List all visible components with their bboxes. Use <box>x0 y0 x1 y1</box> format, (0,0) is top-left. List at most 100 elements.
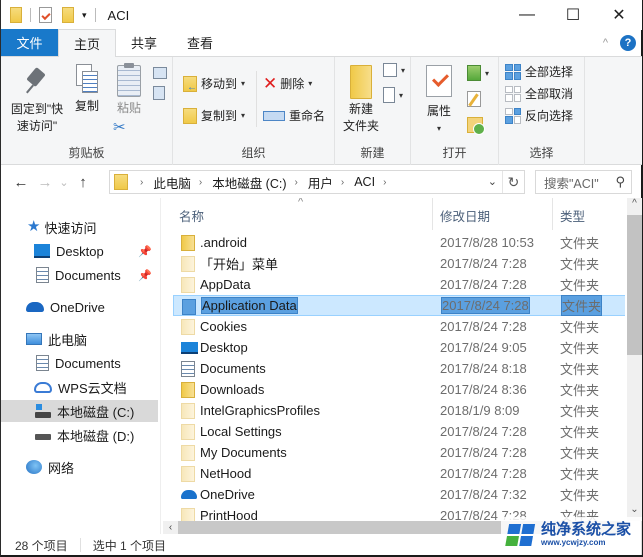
breadcrumb-aci[interactable]: ACI <box>354 175 375 189</box>
navigation-pane: ★ 快速访问 Desktop 📌 Documents 📌 OneDrive 此电… <box>1 198 161 534</box>
sidebar-item-pc-documents[interactable]: Documents <box>1 352 158 374</box>
paste-shortcut-icon[interactable] <box>153 86 165 100</box>
customize-toolbar-dropdown[interactable]: ▾ <box>82 10 87 21</box>
file-date: 2017/8/24 7:32 <box>440 487 527 502</box>
folder-icon <box>181 382 195 398</box>
open-button[interactable]: ▾ <box>467 65 489 81</box>
title-bar: ▾ ACI — ☐ ✕ <box>1 0 642 30</box>
pin-icon[interactable]: 📌 <box>138 269 152 282</box>
invert-selection-button[interactable]: 反向选择 <box>505 107 573 124</box>
sidebar-item-desktop[interactable]: Desktop 📌 <box>1 240 158 262</box>
file-row[interactable]: OneDrive 2017/8/24 7:32 文件夹 <box>173 484 625 505</box>
copy-button[interactable]: 复制 <box>71 63 103 115</box>
window-title: ACI <box>107 7 130 23</box>
refresh-button[interactable]: ↻ <box>502 171 524 193</box>
select-all-button[interactable]: 全部选择 <box>505 63 573 80</box>
breadcrumb-users[interactable]: 用户 <box>308 173 333 192</box>
sidebar-item-drive-d[interactable]: 本地磁盘 (D:) <box>1 424 158 446</box>
column-header-type[interactable]: 类型 <box>560 206 585 225</box>
sidebar-item-drive-c[interactable]: 本地磁盘 (C:) <box>1 400 158 422</box>
forward-button[interactable]: → <box>33 174 57 191</box>
chevron-right-icon[interactable]: › <box>341 177 344 188</box>
tab-share[interactable]: 共享 <box>116 29 172 56</box>
address-history-dropdown[interactable]: ⌄ <box>488 175 497 188</box>
sidebar-item-documents[interactable]: Documents 📌 <box>1 264 158 286</box>
column-header-name[interactable]: 名称 <box>179 206 204 225</box>
maximize-button[interactable]: ☐ <box>550 0 596 30</box>
file-row[interactable]: .android 2017/8/28 10:53 文件夹 <box>173 232 625 253</box>
move-to-button[interactable]: ← 移动到 ▾ <box>183 75 246 93</box>
properties-quick-button[interactable] <box>39 7 52 23</box>
tab-home[interactable]: 主页 <box>58 29 117 57</box>
new-group-label: 新建 <box>360 146 385 160</box>
chevron-down-icon: ▾ <box>241 79 246 88</box>
scroll-up-button[interactable]: ^ <box>627 198 642 215</box>
tab-file[interactable]: 文件 <box>1 29 58 56</box>
file-row[interactable]: 「开始」菜单 2017/8/24 7:28 文件夹 <box>173 253 625 274</box>
sidebar-item-onedrive[interactable]: OneDrive <box>1 296 158 318</box>
scroll-left-button[interactable]: ‹ <box>163 521 178 534</box>
folder-shortcut-icon <box>181 277 195 293</box>
breadcrumb-drive-c[interactable]: 本地磁盘 (C:) <box>212 173 286 192</box>
address-bar[interactable]: › 此电脑 › 本地磁盘 (C:) › 用户 › ACI › ⌄ ↻ <box>109 170 525 194</box>
back-button[interactable]: ← <box>9 174 33 191</box>
search-icon: ⚲ <box>615 174 625 189</box>
delete-button[interactable]: ✕ 删除 ▾ <box>263 75 312 92</box>
tab-view[interactable]: 查看 <box>172 29 228 56</box>
chevron-right-icon[interactable]: › <box>383 177 386 188</box>
file-date: 2017/8/24 8:18 <box>440 361 527 376</box>
chevron-down-icon: ▾ <box>241 111 246 120</box>
close-button[interactable]: ✕ <box>596 0 642 30</box>
chevron-right-icon[interactable]: › <box>295 177 298 188</box>
sidebar-item-this-pc[interactable]: 此电脑 <box>1 328 158 350</box>
file-row[interactable]: IntelGraphicsProfiles 2018/1/9 8:09 文件夹 <box>173 400 625 421</box>
search-input[interactable]: 搜索"ACI" ⚲ <box>535 170 632 194</box>
folder-icon <box>10 7 22 23</box>
file-row[interactable]: NetHood 2017/8/24 7:28 文件夹 <box>173 463 625 484</box>
file-row[interactable]: Local Settings 2017/8/24 7:28 文件夹 <box>173 421 625 442</box>
breadcrumb-this-pc[interactable]: 此电脑 <box>153 173 191 192</box>
sidebar-item-network[interactable]: 网络 <box>1 456 158 478</box>
file-row[interactable]: Documents 2017/8/24 8:18 文件夹 <box>173 358 625 379</box>
collapse-ribbon-icon[interactable]: ^ <box>603 37 608 49</box>
sidebar-item-quick-access[interactable]: ★ 快速访问 <box>1 216 158 238</box>
copy-to-button[interactable]: 复制到 ▾ <box>183 107 245 124</box>
edit-icon <box>467 91 481 107</box>
column-header-date[interactable]: 修改日期 <box>440 206 490 225</box>
help-icon[interactable]: ? <box>620 34 636 51</box>
cut-icon[interactable]: ✂ <box>113 118 126 136</box>
chevron-right-icon[interactable]: › <box>199 177 202 188</box>
recent-locations-button[interactable]: ⌄ <box>57 176 71 189</box>
pin-icon[interactable]: 📌 <box>138 245 152 258</box>
rename-button[interactable]: 重命名 <box>263 107 325 124</box>
file-type: 文件夹 <box>560 341 600 356</box>
file-row[interactable]: Application Data 2017/8/24 7:28 文件夹 <box>173 295 625 316</box>
edit-button[interactable] <box>467 91 481 107</box>
file-row[interactable]: My Documents 2017/8/24 7:28 文件夹 <box>173 442 625 463</box>
new-folder-button[interactable]: 新建 文件夹 <box>341 65 381 135</box>
properties-button[interactable]: 属性 ▾ <box>421 65 457 137</box>
minimize-button[interactable]: — <box>504 0 550 30</box>
desktop-icon <box>34 244 50 258</box>
file-row[interactable]: Cookies 2017/8/24 7:28 文件夹 <box>173 316 625 337</box>
sidebar-item-wps-cloud[interactable]: WPS云文档 <box>1 376 158 398</box>
pc-icon <box>26 333 42 345</box>
chevron-down-icon: ▾ <box>399 90 404 100</box>
paste-button[interactable]: 粘贴 <box>113 63 145 117</box>
vertical-scrollbar[interactable]: ^ ⌄ <box>627 198 642 521</box>
item-count: 28 个项目 <box>15 538 68 553</box>
star-icon: ★ <box>27 218 41 235</box>
new-folder-quick-button[interactable] <box>62 7 74 23</box>
up-button[interactable]: ↑ <box>71 174 95 191</box>
scroll-thumb[interactable] <box>627 215 642 355</box>
pin-quick-access-button[interactable]: 固定到"快 速访问" <box>7 67 67 135</box>
file-row[interactable]: AppData 2017/8/24 7:28 文件夹 <box>173 274 625 295</box>
new-item-button[interactable]: ▾ <box>383 63 405 77</box>
delete-icon: ✕ <box>263 73 278 93</box>
history-button[interactable] <box>467 117 485 135</box>
file-row[interactable]: Downloads 2017/8/24 8:36 文件夹 <box>173 379 625 400</box>
easy-access-button[interactable]: ▾ <box>383 87 403 103</box>
file-row[interactable]: Desktop 2017/8/24 9:05 文件夹 <box>173 337 625 358</box>
copy-path-icon[interactable] <box>153 67 167 79</box>
select-none-button[interactable]: 全部取消 <box>505 85 573 102</box>
